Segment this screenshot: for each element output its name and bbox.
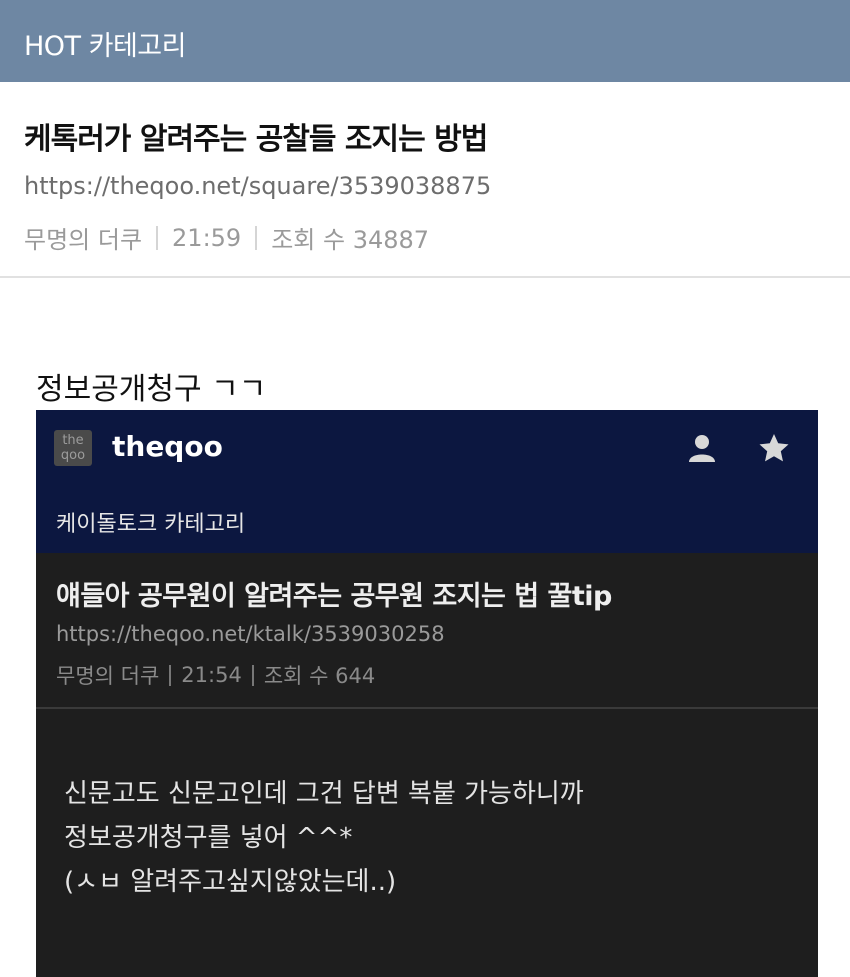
meta-divider	[255, 225, 258, 250]
post-title: 케톡러가 알려주는 공찰들 조지는 방법	[24, 122, 488, 157]
star-icon	[759, 434, 789, 462]
embed-views: 조회 수 644	[263, 664, 376, 688]
meta-divider	[156, 225, 159, 250]
top-bar: HOT 카테고리	[0, 0, 850, 82]
embed-post-body: 신문고도 신문고인데 그건 답변 복붙 가능하니까 정보공개청구를 넣어 ^^*…	[64, 772, 584, 904]
embed-author: 무명의 더쿠	[56, 664, 160, 688]
embed-meta-divider	[251, 664, 254, 686]
post-meta: 무명의 더쿠 21:59 조회 수 34887	[24, 220, 429, 255]
embed-time: 21:54	[181, 663, 242, 687]
post-time: 21:59	[172, 223, 242, 252]
post-header: 케톡러가 알려주는 공찰들 조지는 방법 https://theqoo.net/…	[0, 82, 850, 278]
embedded-screenshot: the qoo theqoo 케이돌토크 카테고리 얘들아 공무원이 알려주는 …	[36, 410, 818, 977]
embed-header: the qoo theqoo 케이돌토크 카테고리	[36, 410, 818, 553]
theqoo-logo: the qoo	[54, 430, 92, 466]
post-views: 조회 수 34887	[271, 226, 430, 254]
embed-post-meta: 무명의 더쿠 21:54 조회 수 644	[56, 660, 375, 690]
post-caption: 정보공개청구 ㄱㄱ	[36, 372, 267, 407]
post-author: 무명의 더쿠	[24, 226, 143, 254]
embed-brand: theqoo	[112, 430, 223, 463]
embed-category: 케이돌토크 카테고리	[56, 512, 246, 537]
body-line: (ㅅㅂ 알려주고싶지않았는데..)	[64, 867, 397, 897]
body-line: 신문고도 신문고인데 그건 답변 복붙 가능하니까	[64, 779, 584, 809]
post-url[interactable]: https://theqoo.net/square/3539038875	[24, 172, 491, 200]
category-title[interactable]: HOT 카테고리	[24, 24, 187, 63]
body-line: 정보공개청구를 넣어 ^^*	[64, 823, 353, 853]
embed-post-title: 얘들아 공무원이 알려주는 공무원 조지는 법 꿀tip	[56, 581, 612, 612]
user-icon	[689, 435, 715, 462]
embed-post-url: https://theqoo.net/ktalk/3539030258	[56, 622, 445, 646]
embed-divider	[36, 707, 818, 709]
embed-meta-divider	[169, 664, 172, 686]
